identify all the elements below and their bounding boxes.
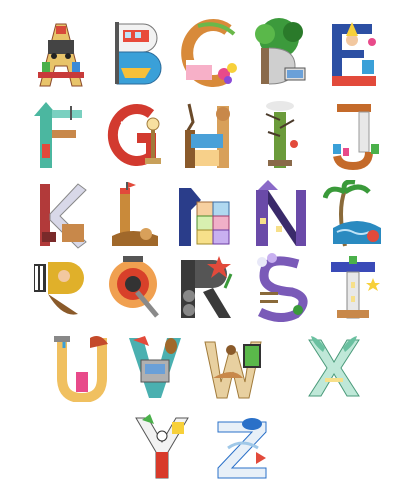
robot-rose-icon [181, 256, 233, 318]
letter-h-label: H [175, 100, 176, 101]
tree-laptop-icon [255, 18, 306, 85]
bus-boat-icon [115, 22, 162, 85]
letter-b-tile: B [105, 18, 167, 88]
kite-boot-icon [40, 183, 87, 249]
letter-g-label: G [103, 100, 104, 101]
cake-chameleon-icon [181, 19, 237, 87]
letter-o-label: O [323, 180, 324, 181]
letter-u-label: U [50, 332, 51, 333]
letter-j-label: J [323, 100, 324, 101]
letter-s-label: S [250, 252, 251, 253]
letter-o-tile: O [323, 180, 385, 250]
letter-c-tile: C [178, 18, 240, 88]
violin-van-icon [129, 336, 181, 398]
letter-u-tile: U [50, 332, 112, 402]
row-1: A B C [0, 18, 417, 90]
ice-tree-icon [265, 101, 298, 168]
letter-y-label: Y [132, 412, 133, 413]
piano-pirate-icon [34, 262, 84, 315]
elf-wizard-icon [332, 22, 376, 86]
letter-n-label: N [250, 180, 251, 181]
letter-p-label: P [30, 252, 31, 253]
letter-a-tile: A [30, 18, 92, 88]
letter-h-tile: H [175, 100, 237, 170]
letter-x-label: X [303, 332, 304, 333]
letter-z-tile: Z [212, 412, 274, 482]
letter-d-label: D [247, 18, 248, 19]
letter-m-label: M [175, 180, 176, 181]
letter-e-tile: E [322, 18, 384, 88]
letter-f-label: F [30, 100, 31, 101]
letter-g-tile: G [103, 100, 165, 170]
letter-k-label: K [30, 180, 31, 181]
letter-l-tile: L [102, 180, 164, 250]
letter-p-tile: P [30, 252, 92, 322]
tower-star-icon [331, 256, 380, 319]
row-3: K L M [0, 180, 417, 252]
house-tree-icon [185, 103, 230, 168]
guitar-gramophone-icon [107, 104, 161, 166]
letter-c-label: C [178, 18, 179, 19]
letter-s-tile: S [250, 252, 312, 322]
letter-r-label: R [175, 252, 176, 253]
letter-t-tile: T [323, 252, 385, 322]
letter-q-tile: Q [103, 252, 165, 322]
letter-i-label: I [250, 100, 251, 101]
row-4: P Q R [0, 252, 417, 324]
row-5: U V W [0, 332, 417, 404]
umbrella-tap-icon [54, 336, 108, 402]
train-castle-icon [38, 23, 84, 87]
xylophone-butterfly-icon [308, 336, 360, 397]
factory-flag-icon [34, 102, 82, 168]
zebra-zeppelin-icon [217, 418, 267, 479]
letter-e-label: E [322, 18, 323, 19]
letter-q-label: Q [103, 252, 104, 253]
alphabet-poster: A B C [0, 0, 417, 500]
window-cake-icon [204, 341, 262, 399]
night-city-icon [256, 180, 306, 246]
letter-y-tile: Y [132, 412, 194, 482]
ocean-palm-icon [323, 180, 381, 247]
letter-t-label: T [323, 252, 324, 253]
letter-v-tile: V [125, 332, 187, 402]
jar-jewels-icon [333, 104, 379, 170]
letter-b-label: B [105, 18, 106, 19]
letter-w-label: W [203, 332, 204, 333]
letter-z-label: Z [212, 412, 213, 413]
letter-w-tile: W [203, 332, 265, 402]
row-6: Y Z [0, 412, 417, 484]
letter-n-tile: N [250, 180, 312, 250]
letter-x-tile: X [303, 332, 365, 402]
letter-f-tile: F [30, 100, 92, 170]
letter-k-tile: K [30, 180, 92, 250]
letter-d-tile: D [247, 18, 309, 88]
letter-i-tile: I [250, 100, 312, 170]
yoyo-snoopy-icon [135, 414, 189, 479]
letter-m-tile: M [175, 180, 237, 250]
row-2: F G H [0, 100, 417, 172]
swing-flowers-icon [257, 253, 308, 322]
letter-r-tile: R [175, 252, 237, 322]
lighthouse-lion-icon [112, 182, 158, 246]
letter-v-label: V [125, 332, 126, 333]
letter-a-label: A [30, 18, 31, 19]
queen-drum-icon [109, 256, 159, 318]
letter-j-tile: J [323, 100, 385, 170]
map-blocks-icon [179, 188, 230, 246]
letter-l-label: L [102, 180, 103, 181]
